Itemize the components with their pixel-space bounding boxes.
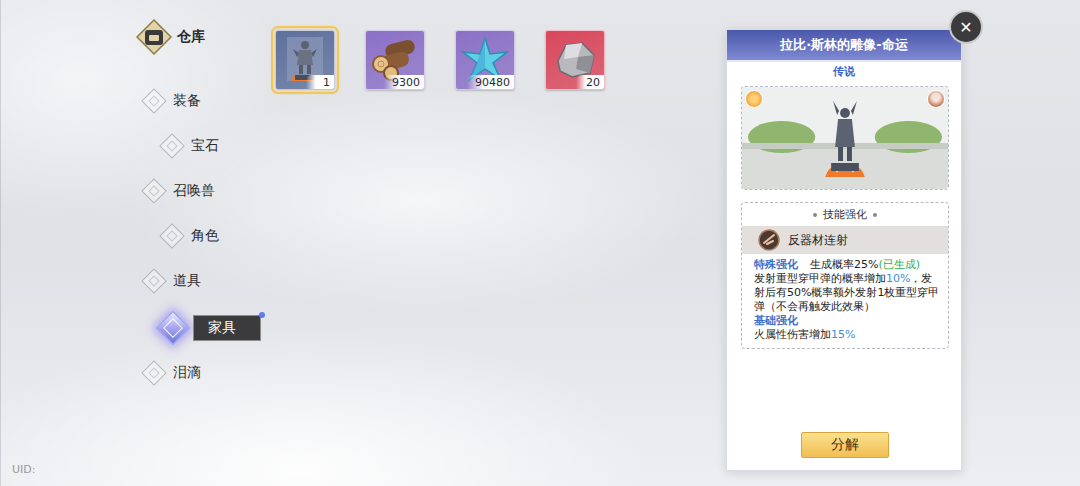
notice-dot (259, 312, 265, 318)
sidebar-header: 仓库 (135, 18, 262, 56)
diamond-icon (141, 360, 166, 385)
effect-text: 火属性伤害增加 (754, 328, 831, 341)
item-card[interactable]: 9300 (365, 30, 425, 90)
diamond-icon (156, 311, 190, 345)
diamond-icon (159, 223, 184, 248)
sidebar-label: 道具 (173, 272, 201, 290)
item-card[interactable]: 1 (275, 30, 335, 90)
item-card[interactable]: 90480 (455, 30, 515, 90)
diamond-icon (159, 133, 184, 158)
detail-header: 拉比·斯林的雕像-命运传说 (727, 30, 961, 82)
chance-text: 生成概率25% (810, 258, 878, 271)
diamond-icon (141, 88, 166, 113)
skill-box: 技能强化反器材连射特殊强化生成概率25%(已生成)发射重型穿甲弹的概率增加10%… (741, 202, 949, 349)
rarity-label: 传说 (833, 62, 855, 82)
warehouse-icon (135, 18, 173, 56)
detail-panel: ✕拉比·斯林的雕像-命运传说技能强化反器材连射特殊强化生成概率25%(已生成)发… (726, 29, 962, 471)
diamond-icon (141, 268, 166, 293)
dismantle-button[interactable]: 分解 (801, 432, 889, 458)
item-grid: 1 9300 90480 20 (262, 0, 726, 486)
sidebar-item[interactable]: 道具 (141, 258, 262, 303)
diamond-icon (141, 178, 166, 203)
item-count: 9300 (384, 75, 424, 89)
sidebar-item[interactable]: 召唤兽 (141, 168, 262, 213)
highlight-value: 10% (886, 272, 910, 285)
sidebar-item[interactable]: 家具 (159, 305, 262, 350)
warehouse-screen: 仓库装备宝石召唤兽角色道具家具泪滴 1 9300 90480 20 ✕拉比·斯林的雕像-命… (0, 0, 1080, 486)
skill-description: 特殊强化生成概率25%(已生成)发射重型穿甲弹的概率增加10%，发射后有50%概… (742, 254, 948, 342)
effect-text: 发射重型穿甲弹的概率增加 (754, 272, 886, 285)
sidebar-label: 宝石 (191, 137, 219, 155)
item-count: 20 (576, 75, 604, 89)
sidebar-label: 召唤兽 (173, 182, 215, 200)
special-label: 特殊强化 (754, 258, 798, 271)
sidebar: 仓库装备宝石召唤兽角色道具家具泪滴 (0, 0, 262, 486)
skill-icon (758, 229, 780, 251)
item-count: 1 (306, 75, 334, 89)
basic-label: 基础强化 (754, 314, 798, 327)
sidebar-label: 泪滴 (173, 364, 201, 382)
item-preview (741, 86, 949, 190)
sidebar-item[interactable]: 角色 (159, 213, 262, 258)
sidebar-item[interactable]: 泪滴 (141, 350, 262, 395)
sidebar-item[interactable]: 宝石 (159, 123, 262, 168)
sidebar-label: 装备 (173, 92, 201, 110)
highlight-value: 15% (831, 328, 855, 341)
skill-row: 反器材连射 (742, 226, 948, 254)
skill-name: 反器材连射 (788, 232, 848, 249)
uid-label: UID: (12, 463, 35, 476)
avatar-icon (927, 90, 945, 108)
detail-title: 拉比·斯林的雕像-命运 (727, 30, 961, 62)
detail-body: 技能强化反器材连射特殊强化生成概率25%(已生成)发射重型穿甲弹的概率增加10%… (727, 82, 961, 470)
status-text: (已生成) (878, 258, 920, 271)
sidebar-item[interactable]: 装备 (141, 78, 262, 123)
sidebar-label: 角色 (191, 227, 219, 245)
statue-preview-icon (742, 87, 948, 189)
item-card[interactable]: 20 (545, 30, 605, 90)
sidebar-title: 仓库 (177, 28, 205, 46)
item-count: 90480 (467, 75, 514, 89)
element-badge-icon (745, 90, 763, 108)
section-title: 技能强化 (742, 207, 948, 226)
sidebar-label: 家具 (193, 315, 261, 341)
close-button[interactable]: ✕ (949, 10, 983, 44)
